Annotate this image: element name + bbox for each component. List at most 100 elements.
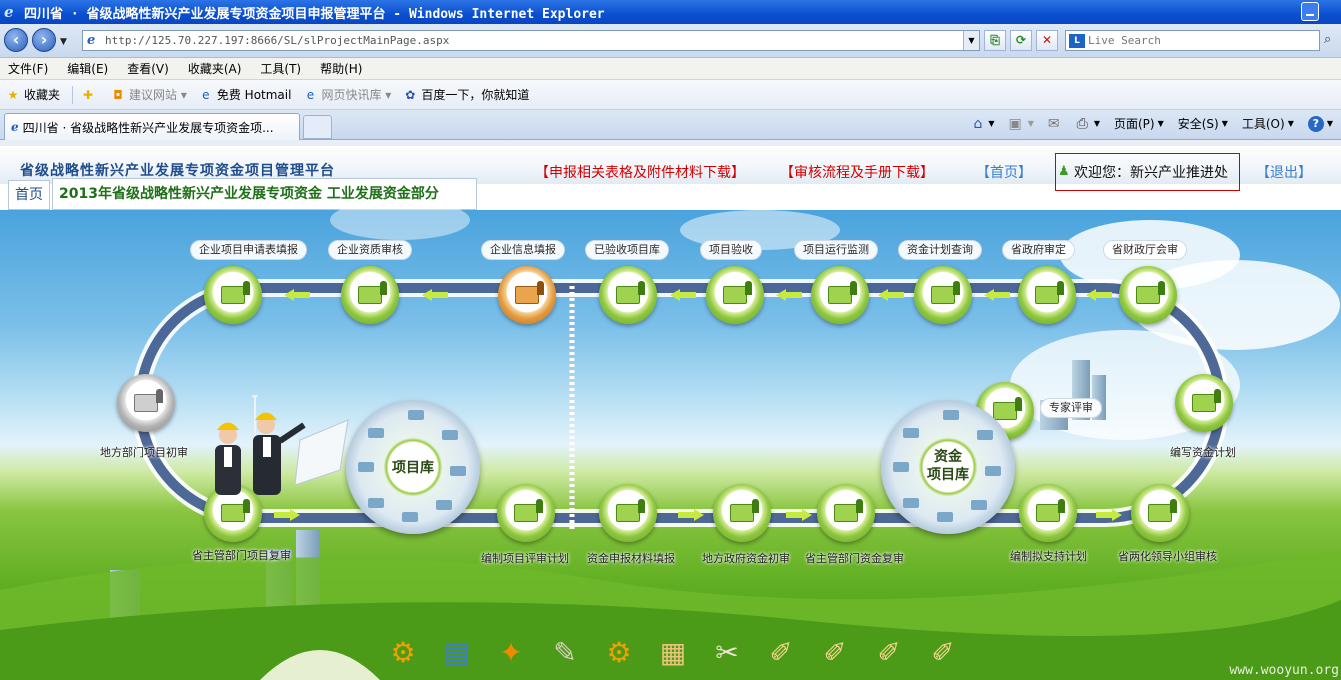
address-dropdown-icon[interactable]: ▼ — [963, 31, 979, 50]
node-provincial-fund-recheck[interactable] — [817, 484, 875, 542]
computer-icon[interactable]: ▤ — [434, 632, 480, 672]
node-local-initial-review[interactable] — [117, 374, 175, 432]
menu-tools[interactable]: 工具(T) — [260, 60, 301, 77]
label-enterprise-qualification[interactable]: 企业资质审核 — [328, 240, 412, 260]
menu-file[interactable]: 文件(F) — [8, 60, 48, 77]
compat-view-icon[interactable]: ⎘ — [984, 30, 1006, 51]
watermark: www.wooyun.org — [1229, 663, 1339, 678]
label-fund-plan-query[interactable]: 资金计划查询 — [898, 240, 982, 260]
label-expert-review[interactable]: 专家评审 — [1040, 398, 1102, 418]
page-menu[interactable]: 页面(P) ▼ — [1114, 115, 1164, 132]
new-tab-button[interactable] — [303, 115, 332, 139]
node-finance-review[interactable] — [1119, 266, 1177, 324]
add-favorite-icon: ✚ — [82, 87, 94, 102]
mail-button[interactable]: ✉ — [1048, 116, 1063, 132]
print-icon: ⎙ — [1076, 115, 1088, 132]
node-support-plan[interactable] — [1019, 484, 1077, 542]
node-accepted-projects[interactable] — [599, 266, 657, 324]
bottom-toolbar: ⚙ ▤ ✦ ✎ ⚙ ▦ ✂ ✐ ✐ ✐ ✐ — [380, 632, 974, 672]
browser-tab-active[interactable]: e 四川省 · 省级战略性新兴产业发展专项资金项... — [4, 113, 300, 140]
logout-link[interactable]: 【退出】 — [1256, 162, 1312, 182]
label-local-initial-review[interactable]: 地方部门项目初审 — [100, 444, 188, 464]
hub-fund-project-library[interactable]: 资金 项目库 — [881, 400, 1015, 534]
home-button[interactable]: ⌂ ▼ — [973, 116, 994, 132]
folder-edit-icon[interactable]: ✐ — [758, 632, 804, 672]
fav-baidu[interactable]: ✿ 百度一下，你就知道 — [403, 86, 529, 103]
print-button[interactable]: ⎙ ▼ — [1077, 116, 1100, 132]
document-icon[interactable]: ✎ — [542, 632, 588, 672]
window-title: 四川省 · 省级战略性新兴产业发展专项资金项目申报管理平台 - Windows … — [24, 6, 605, 22]
address-url[interactable]: http://125.70.227.197:8666/SL/slProjectM… — [105, 34, 449, 47]
node-fund-plan-compile[interactable] — [1175, 374, 1233, 432]
back-icon[interactable]: ‹ — [4, 28, 28, 52]
label-accepted-projects[interactable]: 已验收项目库 — [585, 240, 669, 260]
hub-project-library[interactable]: 项目库 — [346, 400, 480, 534]
favorites-button[interactable]: ★ 收藏夹 — [6, 86, 60, 103]
process-flow-diagram: 企业项目申请表填报 企业资质审核 企业信息填报 已验收项目库 项目验收 项目运行… — [0, 200, 1341, 680]
search-box[interactable]: L — [1065, 30, 1320, 51]
node-project-acceptance[interactable] — [706, 266, 764, 324]
menu-help[interactable]: 帮助(H) — [320, 60, 362, 77]
tab-home[interactable]: 首页 — [8, 180, 50, 210]
manual-download-link[interactable]: 【审核流程及手册下载】 — [780, 162, 934, 182]
label-operation-monitoring[interactable]: 项目运行监测 — [794, 240, 878, 260]
refresh-icon[interactable]: ⟳ — [1010, 30, 1032, 51]
fav-hotmail[interactable]: e 免费 Hotmail — [199, 86, 291, 103]
search-input[interactable] — [1088, 34, 1308, 47]
folder-edit-icon[interactable]: ✐ — [920, 632, 966, 672]
search-go-icon[interactable]: ⌕ — [1324, 32, 1331, 47]
arrow-right-icon — [274, 509, 300, 521]
package-icon[interactable]: ▦ — [650, 632, 696, 672]
label-project-acceptance[interactable]: 项目验收 — [700, 240, 762, 260]
folder-edit-icon[interactable]: ✐ — [812, 632, 858, 672]
menu-favorites[interactable]: 收藏夹(A) — [188, 60, 242, 77]
node-review-plan[interactable] — [497, 484, 555, 542]
gear-icon[interactable]: ⚙ — [596, 632, 642, 672]
label-review-plan[interactable]: 编制项目评审计划 — [481, 550, 569, 570]
node-provincial-approval[interactable] — [1018, 266, 1076, 324]
forward-icon[interactable]: › — [32, 28, 56, 52]
label-leadership-review[interactable]: 省两化领导小组审核 — [1118, 548, 1217, 568]
history-dropdown-icon[interactable]: ▼ — [60, 37, 67, 47]
tools-icon[interactable]: ✂ — [704, 632, 750, 672]
help-button[interactable]: ? ▼ — [1307, 115, 1333, 132]
label-provincial-approval[interactable]: 省政府审定 — [1002, 240, 1075, 260]
label-provincial-recheck[interactable]: 省主管部门项目复审 — [192, 547, 291, 567]
fav-web-slices[interactable]: e 网页快讯库 ▾ — [303, 86, 392, 103]
page-menu-label: 页面(P) — [1113, 117, 1155, 131]
minimize-button[interactable] — [1301, 2, 1319, 21]
label-local-fund-review[interactable]: 地方政府资金初审 — [702, 550, 790, 570]
node-fund-application[interactable] — [599, 484, 657, 542]
feeds-button[interactable]: ▣ ▼ — [1008, 116, 1033, 132]
home-link[interactable]: 【首页】 — [976, 162, 1032, 182]
label-fund-application[interactable]: 资金申报材料填报 — [587, 550, 675, 570]
node-local-fund-review[interactable] — [713, 484, 771, 542]
folder-edit-icon[interactable]: ✐ — [866, 632, 912, 672]
menu-edit[interactable]: 编辑(E) — [67, 60, 108, 77]
label-enterprise-application[interactable]: 企业项目申请表填报 — [190, 240, 307, 260]
tools-menu[interactable]: 工具(O) ▼ — [1242, 115, 1294, 132]
node-enterprise-info[interactable] — [498, 266, 556, 324]
node-enterprise-application[interactable] — [204, 266, 262, 324]
menu-view[interactable]: 查看(V) — [127, 60, 169, 77]
label-provincial-fund-recheck[interactable]: 省主管部门资金复审 — [805, 550, 904, 570]
node-operation-monitoring[interactable] — [811, 266, 869, 324]
star-icon: ★ — [7, 87, 19, 102]
add-favorite-button[interactable]: ✚ — [81, 88, 99, 102]
label-fund-plan-compile[interactable]: 编写资金计划 — [1170, 444, 1236, 464]
fav-web-slices-label: 网页快讯库 ▾ — [321, 88, 392, 102]
safety-menu[interactable]: 安全(S) ▼ — [1178, 115, 1228, 132]
node-fund-plan-query[interactable] — [914, 266, 972, 324]
label-support-plan[interactable]: 编制拟支持计划 — [1010, 548, 1087, 568]
address-input[interactable]: e http://125.70.227.197:8666/SL/slProjec… — [82, 30, 980, 51]
forms-download-link[interactable]: 【申报相关表格及附件材料下载】 — [535, 162, 745, 182]
stop-icon[interactable]: ✕ — [1036, 30, 1058, 51]
node-enterprise-qualification[interactable] — [341, 266, 399, 324]
arrow-left-icon — [422, 289, 448, 301]
label-finance-review[interactable]: 省财政厅会审 — [1103, 240, 1187, 260]
fav-suggested-sites[interactable]: ◘ 建议网站 ▾ — [111, 86, 187, 103]
user-tools-icon[interactable]: ✦ — [488, 632, 534, 672]
node-leadership-review[interactable] — [1131, 484, 1189, 542]
label-enterprise-info[interactable]: 企业信息填报 — [481, 240, 565, 260]
settings-gear-icon[interactable]: ⚙ — [380, 632, 426, 672]
